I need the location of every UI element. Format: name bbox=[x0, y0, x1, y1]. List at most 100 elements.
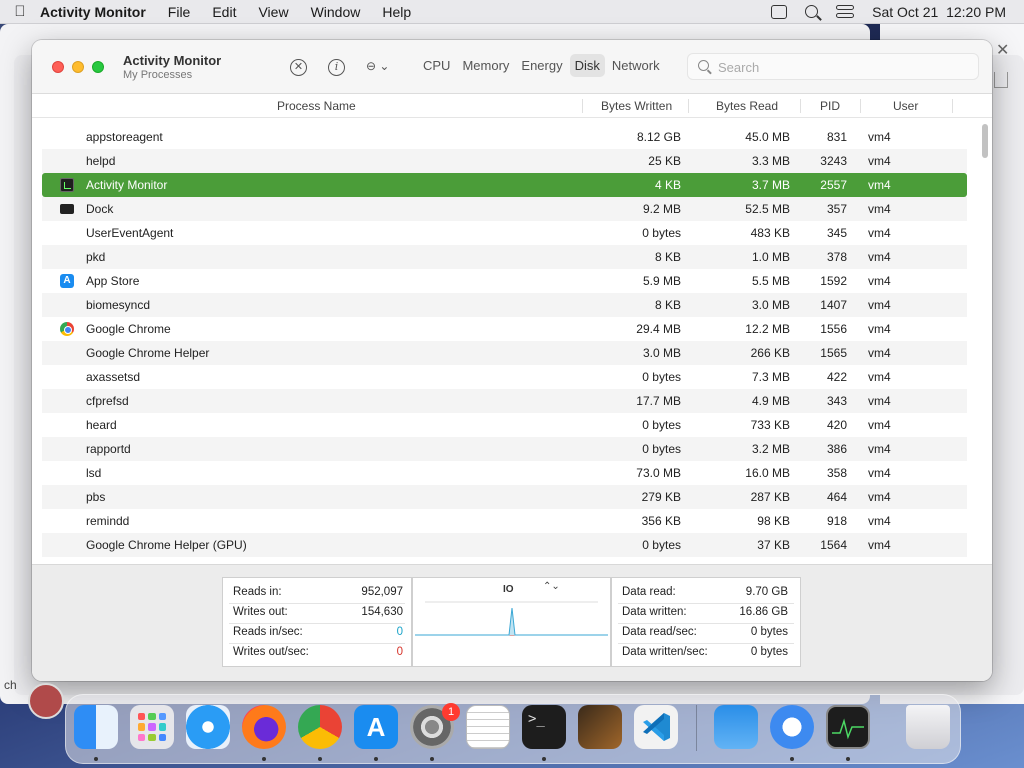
firefox-icon[interactable] bbox=[242, 705, 286, 749]
running-indicator bbox=[542, 757, 546, 761]
table-row[interactable]: Google Chrome Helper 3.0 MB 266 KB 1565 vm4 bbox=[42, 341, 967, 365]
dock-separator bbox=[696, 705, 697, 751]
table-row[interactable]: lsd 73.0 MB 16.0 MB 358 vm4 bbox=[42, 461, 967, 485]
activity-monitor-icon[interactable] bbox=[826, 705, 870, 749]
apple-menu-icon[interactable]:  bbox=[0, 3, 40, 20]
stop-process-icon[interactable]: ✕ bbox=[290, 59, 307, 76]
more-actions-icon[interactable]: ⊖ ⌄ bbox=[366, 59, 389, 73]
pid-cell: 1565 bbox=[820, 346, 847, 360]
chrome-icon[interactable] bbox=[298, 705, 342, 749]
trash-icon[interactable] bbox=[906, 705, 950, 749]
process-name-cell: Activity Monitor bbox=[86, 178, 168, 192]
table-row[interactable]: Activity Monitor 4 KB 3.7 MB 2557 vm4 bbox=[42, 173, 967, 197]
tab-memory[interactable]: Memory bbox=[457, 54, 514, 77]
table-row[interactable]: cfprefsd 17.7 MB 4.9 MB 343 vm4 bbox=[42, 389, 967, 413]
bytes-written-cell: 17.7 MB bbox=[636, 394, 681, 408]
column-process-name[interactable]: Process Name bbox=[277, 99, 356, 113]
running-indicator bbox=[318, 757, 322, 761]
menu-window[interactable]: Window bbox=[311, 4, 361, 20]
screen-mirroring-icon[interactable] bbox=[771, 4, 788, 19]
background-close-icon[interactable]: ✕ bbox=[996, 40, 1009, 60]
running-indicator bbox=[846, 757, 850, 761]
tab-network[interactable]: Network bbox=[607, 54, 665, 77]
control-center-icon[interactable] bbox=[836, 5, 855, 18]
terminal-icon[interactable]: >_ bbox=[522, 705, 566, 749]
user-cell: vm4 bbox=[868, 346, 891, 360]
bytes-written-cell: 9.2 MB bbox=[642, 202, 681, 216]
background-share-icon[interactable] bbox=[994, 72, 1008, 88]
column-divider bbox=[582, 99, 583, 113]
bytes-read-cell: 483 KB bbox=[750, 226, 790, 240]
tab-energy[interactable]: Energy bbox=[516, 54, 567, 77]
pid-cell: 357 bbox=[826, 202, 847, 216]
weather-icon[interactable] bbox=[714, 705, 758, 749]
vscode-icon[interactable] bbox=[634, 705, 678, 749]
app-store-icon[interactable]: A bbox=[354, 705, 398, 749]
scrollbar-thumb[interactable] bbox=[982, 124, 988, 158]
process-name-cell: cfprefsd bbox=[86, 394, 129, 408]
process-name-cell: axassetsd bbox=[86, 370, 141, 384]
menu-view[interactable]: View bbox=[258, 4, 288, 20]
search-input[interactable] bbox=[718, 58, 968, 76]
process-name-cell: UserEventAgent bbox=[86, 226, 174, 240]
table-row[interactable]: Google Chrome Helper (GPU) 0 bytes 37 KB 15… bbox=[42, 533, 967, 557]
io-graph bbox=[415, 601, 608, 636]
launchpad-icon[interactable] bbox=[130, 705, 174, 749]
column-bytes-read[interactable]: Bytes Read bbox=[716, 99, 778, 113]
table-row[interactable]: pkd 8 KB 1.0 MB 378 vm4 bbox=[42, 245, 967, 269]
table-row[interactable]: UserEventAgent 0 bytes 483 KB 345 vm4 bbox=[42, 221, 967, 245]
column-user[interactable]: User bbox=[893, 99, 918, 113]
menu-file[interactable]: File bbox=[168, 4, 191, 20]
menu-edit[interactable]: Edit bbox=[212, 4, 236, 20]
user-cell: vm4 bbox=[868, 154, 891, 168]
column-header-row: Process Name Bytes Written Bytes Read PI… bbox=[32, 94, 992, 118]
zoom-window-button[interactable] bbox=[92, 61, 104, 73]
process-name-cell: helpd bbox=[86, 154, 116, 168]
table-row[interactable]: pbs 279 KB 287 KB 464 vm4 bbox=[42, 485, 967, 509]
tab-cpu[interactable]: CPU bbox=[418, 54, 455, 77]
table-row[interactable]: A App Store 5.9 MB 5.5 MB 1592 vm4 bbox=[42, 269, 967, 293]
vertical-scrollbar[interactable] bbox=[978, 120, 992, 564]
table-row[interactable]: biomesyncd 8 KB 3.0 MB 1407 vm4 bbox=[42, 293, 967, 317]
table-row[interactable]: remindd 356 KB 98 KB 918 vm4 bbox=[42, 509, 967, 533]
spotlight-search-icon[interactable] bbox=[805, 5, 819, 18]
column-bytes-written[interactable]: Bytes Written bbox=[601, 99, 672, 113]
menu-help[interactable]: Help bbox=[382, 4, 411, 20]
minimize-window-button[interactable] bbox=[72, 61, 84, 73]
user-cell: vm4 bbox=[868, 370, 891, 384]
bytes-written-cell: 0 bytes bbox=[642, 418, 681, 432]
bytes-written-cell: 0 bytes bbox=[642, 226, 681, 240]
user-cell: vm4 bbox=[868, 442, 891, 456]
textedit-icon[interactable] bbox=[466, 705, 510, 749]
shortcuts-icon[interactable] bbox=[770, 705, 814, 749]
bytes-written-cell: 8 KB bbox=[654, 250, 681, 264]
process-name-cell: Google Chrome bbox=[86, 322, 171, 336]
tab-disk[interactable]: Disk bbox=[569, 54, 605, 77]
writes-out-value: 154,630 bbox=[361, 606, 403, 618]
table-row[interactable]: rapportd 0 bytes 3.2 MB 386 vm4 bbox=[42, 437, 967, 461]
window-subtitle: My Processes bbox=[123, 69, 193, 81]
close-window-button[interactable] bbox=[52, 61, 64, 73]
finder-icon[interactable] bbox=[74, 705, 118, 749]
stats-divider bbox=[618, 623, 794, 624]
column-divider bbox=[952, 99, 953, 113]
bytes-written-cell: 8 KB bbox=[654, 298, 681, 312]
io-graph-box: IO ⌃⌄ bbox=[412, 577, 611, 667]
table-row[interactable]: axassetsd 0 bytes 7.3 MB 422 vm4 bbox=[42, 365, 967, 389]
table-row[interactable]: Dock 9.2 MB 52.5 MB 357 vm4 bbox=[42, 197, 967, 221]
garageband-icon[interactable] bbox=[578, 705, 622, 749]
table-row[interactable]: Google Chrome 29.4 MB 12.2 MB 1556 vm4 bbox=[42, 317, 967, 341]
menu-app-name[interactable]: Activity Monitor bbox=[40, 4, 146, 20]
avatar[interactable] bbox=[28, 683, 64, 719]
pid-cell: 1564 bbox=[820, 538, 847, 552]
menu-clock[interactable]: Sat Oct 21 12:20 PM bbox=[872, 4, 1006, 20]
column-pid[interactable]: PID bbox=[820, 99, 840, 113]
activity-monitor-window: Activity Monitor My Processes ✕ i ⊖ ⌄ CP… bbox=[32, 40, 992, 681]
safari-icon[interactable] bbox=[186, 705, 230, 749]
table-row[interactable]: heard 0 bytes 733 KB 420 vm4 bbox=[42, 413, 967, 437]
table-row[interactable]: appstoreagent 8.12 GB 45.0 MB 831 vm4 bbox=[42, 125, 967, 149]
reads-in-value: 952,097 bbox=[361, 586, 403, 598]
info-icon[interactable]: i bbox=[328, 59, 345, 76]
table-row[interactable]: helpd 25 KB 3.3 MB 3243 vm4 bbox=[42, 149, 967, 173]
user-cell: vm4 bbox=[868, 418, 891, 432]
